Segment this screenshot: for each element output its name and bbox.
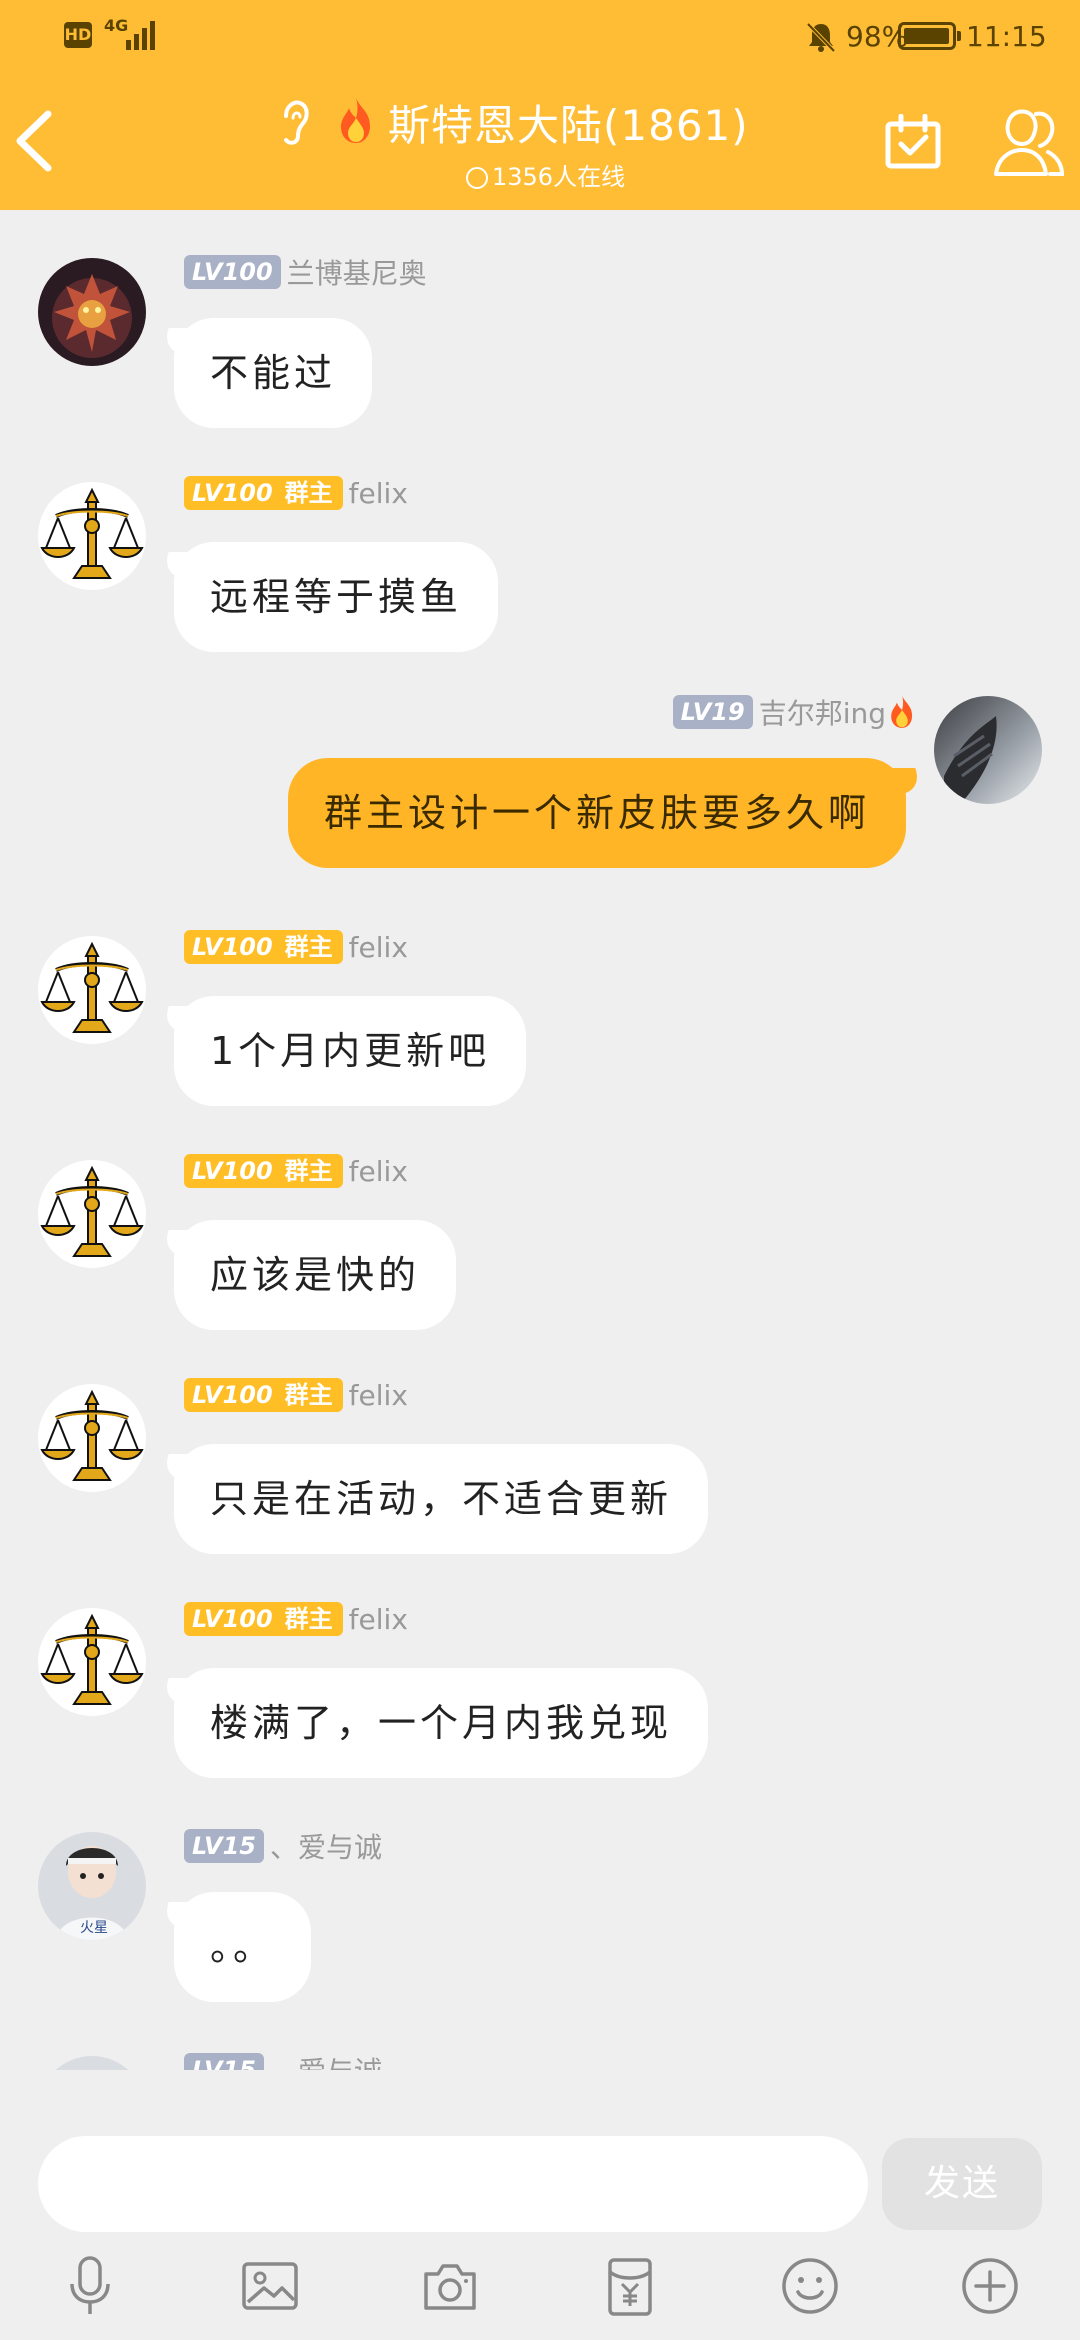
- message-bubble[interactable]: 群主设计一个新皮肤要多久啊: [287, 758, 906, 868]
- sender-name[interactable]: 、爱与诚: [270, 1826, 382, 1866]
- plus-icon[interactable]: [958, 2254, 1022, 2318]
- level-badge: LV100: [184, 255, 281, 289]
- role-badge: 群主: [274, 476, 343, 510]
- level-badge: LV15: [184, 1829, 264, 1863]
- sender-name[interactable]: felix: [349, 1155, 408, 1188]
- avatar[interactable]: [38, 936, 146, 1044]
- level-badge: LV100: [184, 1378, 281, 1412]
- sender-meta: LV15、爱与诚: [184, 1826, 382, 1864]
- emoji-icon[interactable]: [778, 2254, 842, 2318]
- sender-name[interactable]: felix: [349, 1379, 408, 1412]
- fire-icon: [886, 695, 918, 728]
- role-badge: 群主: [274, 1602, 343, 1636]
- level-badge: LV15: [184, 2053, 264, 2070]
- avatar[interactable]: [38, 1384, 146, 1492]
- level-badge: LV100: [184, 1602, 281, 1636]
- sender-name[interactable]: 吉尔邦ing: [759, 692, 886, 732]
- avatar[interactable]: [38, 1608, 146, 1716]
- sender-meta: LV15 、爱与诚: [184, 2050, 382, 2070]
- level-badge: LV100: [184, 1154, 281, 1188]
- sender-name[interactable]: felix: [349, 1603, 408, 1636]
- role-badge: 群主: [274, 930, 343, 964]
- avatar[interactable]: [934, 696, 1042, 804]
- level-badge: LV100: [184, 930, 281, 964]
- message-bubble[interactable]: 远程等于摸鱼: [174, 542, 499, 652]
- role-badge: 群主: [274, 1154, 343, 1188]
- sender-name[interactable]: felix: [349, 931, 408, 964]
- avatar[interactable]: [38, 482, 146, 590]
- avatar[interactable]: [38, 258, 146, 366]
- message-bubble[interactable]: 楼满了，一个月内我兑现: [174, 1668, 709, 1778]
- image-icon[interactable]: [238, 2254, 302, 2318]
- role-badge: 群主: [274, 1378, 343, 1412]
- sender-name[interactable]: felix: [349, 477, 408, 510]
- sender-name[interactable]: 兰博基尼奥: [287, 252, 427, 292]
- sender-meta: LV100 群主 felix: [184, 476, 408, 512]
- avatar[interactable]: 火星: [38, 2056, 146, 2070]
- sender-meta: LV100 兰博基尼奥: [184, 252, 427, 290]
- avatar[interactable]: [38, 1160, 146, 1268]
- svg-text:火星: 火星: [80, 1920, 108, 1936]
- sender-meta: LV100 群主 felix: [184, 1602, 408, 1638]
- camera-icon[interactable]: [418, 2254, 482, 2318]
- message-bubble[interactable]: 只是在活动，不适合更新: [174, 1444, 709, 1554]
- sender-meta: LV19 吉尔邦ing: [672, 692, 918, 730]
- sender-meta: LV100 群主 felix: [184, 1154, 408, 1190]
- avatar[interactable]: 火星: [38, 1832, 146, 1940]
- send-button[interactable]: 发送: [882, 2138, 1042, 2230]
- sender-meta: LV100 群主 felix: [184, 1378, 408, 1414]
- message-bubble[interactable]: 。。: [174, 1892, 312, 2002]
- microphone-icon[interactable]: [58, 2254, 122, 2318]
- chat-message-list[interactable]: LV100 兰博基尼奥 不能过 LV100 群主 felix 远程等于摸鱼 LV19 吉尔邦in…: [0, 0, 1080, 2070]
- message-input[interactable]: [38, 2136, 868, 2232]
- sender-name[interactable]: 、爱与诚: [270, 2050, 382, 2070]
- message-bubble[interactable]: 1个月内更新吧: [174, 996, 527, 1106]
- sender-meta: LV100 群主 felix: [184, 930, 408, 966]
- message-bubble[interactable]: 应该是快的: [174, 1220, 457, 1330]
- message-bubble[interactable]: 不能过: [174, 318, 373, 428]
- level-badge: LV19: [672, 695, 753, 729]
- red-packet-icon[interactable]: [598, 2254, 662, 2318]
- level-badge: LV100: [184, 476, 281, 510]
